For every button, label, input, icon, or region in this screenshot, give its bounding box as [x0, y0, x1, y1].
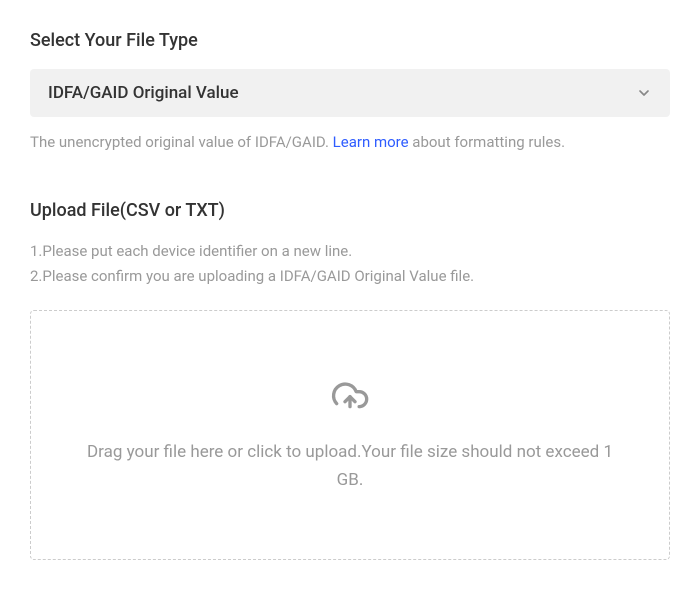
file-dropzone[interactable]: Drag your file here or click to upload.Y…: [30, 310, 670, 560]
help-suffix: about formatting rules.: [409, 133, 565, 151]
file-type-heading: Select Your File Type: [30, 30, 670, 51]
chevron-down-icon: [636, 85, 652, 101]
learn-more-link[interactable]: Learn more: [333, 133, 409, 151]
instruction-1: 1.Please put each device identifier on a…: [30, 239, 670, 265]
help-prefix: The unencrypted original value of IDFA/G…: [30, 133, 333, 151]
file-type-select[interactable]: IDFA/GAID Original Value: [30, 69, 670, 117]
instruction-2: 2.Please confirm you are uploading a IDF…: [30, 264, 670, 290]
cloud-upload-icon: [330, 375, 370, 419]
upload-instructions: 1.Please put each device identifier on a…: [30, 239, 670, 290]
dropzone-text: Drag your file here or click to upload.Y…: [80, 439, 620, 493]
file-type-help-text: The unencrypted original value of IDFA/G…: [30, 131, 670, 154]
upload-heading: Upload File(CSV or TXT): [30, 200, 670, 221]
file-type-selected-value: IDFA/GAID Original Value: [48, 83, 239, 103]
